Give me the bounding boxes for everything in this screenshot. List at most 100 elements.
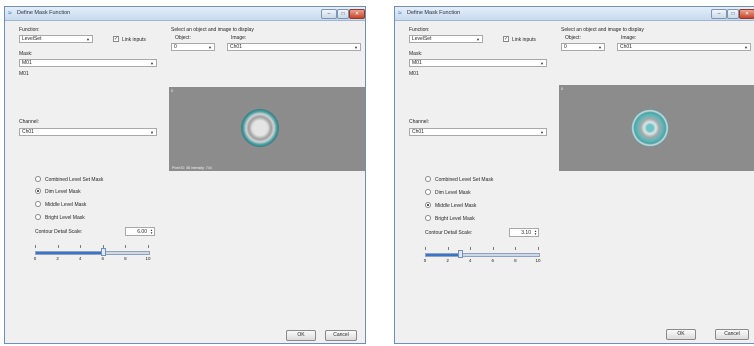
slider-tick-label: 6 <box>491 258 495 263</box>
function-label: Function: <box>19 27 40 33</box>
mask-label: Mask: <box>19 51 33 57</box>
ok-button[interactable]: OK <box>286 330 316 341</box>
slider-tick <box>35 245 36 248</box>
slider-tick-label: 0 <box>423 258 427 263</box>
slider-tick-label: 2 <box>446 258 449 263</box>
contour-label: Contour Detail Scale: <box>35 229 83 235</box>
maximize-button[interactable]: □ <box>727 9 739 19</box>
option-label: Middle Level Mask <box>45 202 87 208</box>
option-label: Middle Level Mask <box>435 203 477 209</box>
radio-middle-level-mask[interactable] <box>35 201 41 207</box>
function-value: LevelSet <box>22 36 42 42</box>
slider-track[interactable] <box>425 253 540 257</box>
channel-dropdown[interactable]: Ch01 ▼ <box>409 128 547 136</box>
mask-dropdown[interactable]: M01 ▼ <box>409 59 547 67</box>
viewer-object-tag: 0 <box>171 88 174 93</box>
cancel-button[interactable]: Cancel <box>325 330 357 341</box>
slider-tick-label: 2 <box>56 256 59 261</box>
chevron-down-icon: ▼ <box>598 45 602 50</box>
radio-combined-level-set-mask[interactable] <box>425 176 431 182</box>
spinner-arrows-icon: ▲ ▼ <box>534 229 537 236</box>
image-label: Image: <box>231 35 247 41</box>
slider-tick-label: 10 <box>535 258 541 263</box>
slider-fill <box>426 254 462 256</box>
radio-bright-level-mask[interactable] <box>425 215 431 221</box>
slider-tick <box>515 247 517 250</box>
link-inputs-label: Link inputs <box>512 37 536 43</box>
link-inputs-label: Link inputs <box>122 37 146 43</box>
chevron-down-icon: ▼ <box>540 61 544 66</box>
mask-value: M01 <box>412 60 422 66</box>
radio-combined-level-set-mask[interactable] <box>35 176 41 182</box>
mask-dropdown[interactable]: M01 ▼ <box>19 59 157 67</box>
select-prompt: Select an object and image to display <box>171 27 254 33</box>
contour-slider[interactable]: 0 2 4 6 8 10 <box>34 241 151 261</box>
object-dropdown[interactable]: 0 ▼ <box>171 43 215 51</box>
chevron-down-icon: ▼ <box>86 37 90 42</box>
radio-middle-level-mask[interactable] <box>425 202 431 208</box>
channel-label: Channel: <box>19 119 40 125</box>
image-viewer[interactable]: 0 Pixel ID: 38 Intensity: 744 <box>169 87 365 171</box>
slider-tick-label: 0 <box>33 256 37 261</box>
object-dropdown[interactable]: 0 ▼ <box>561 43 605 51</box>
object-label: Object: <box>565 35 581 41</box>
channel-dropdown[interactable]: Ch01 ▼ <box>19 128 157 136</box>
minimize-button[interactable]: – <box>711 9 727 19</box>
title-bar: ≈ Define Mask Function – □ ✕ <box>5 7 365 21</box>
contour-scale-spinner[interactable]: 3.10 ▲ ▼ <box>509 228 539 237</box>
object-value: 0 <box>564 44 567 50</box>
ok-button[interactable]: OK <box>666 329 696 340</box>
slider-tick <box>57 245 59 248</box>
chevron-down-icon: ▼ <box>354 45 358 50</box>
slider-tick <box>470 247 472 250</box>
slider-thumb[interactable] <box>458 250 464 258</box>
slider-tick <box>148 245 149 248</box>
image-dropdown[interactable]: Ch01 ▼ <box>617 43 751 51</box>
chevron-down-icon: ▼ <box>744 45 748 50</box>
object-value: 0 <box>174 44 177 50</box>
image-dropdown[interactable]: Ch01 ▼ <box>227 43 361 51</box>
close-button[interactable]: ✕ <box>739 9 754 19</box>
chevron-down-icon: ▼ <box>540 130 544 135</box>
window-title: Define Mask Function <box>407 10 461 16</box>
close-button[interactable]: ✕ <box>349 9 365 19</box>
spinner-arrows-icon: ▲ ▼ <box>150 228 153 235</box>
slider-tick <box>102 245 104 248</box>
contour-scale-spinner[interactable]: 6.00 ▲ ▼ <box>125 227 155 236</box>
function-dropdown[interactable]: LevelSet ▼ <box>409 35 483 43</box>
option-label: Combined Level Set Mask <box>45 177 104 183</box>
channel-value: Ch01 <box>22 129 34 135</box>
mask-value: M01 <box>22 60 32 66</box>
slider-tick <box>538 247 539 250</box>
slider-tick-label: 10 <box>145 256 151 261</box>
chevron-down-icon: ▼ <box>150 61 154 66</box>
slider-track[interactable] <box>35 251 150 255</box>
channel-label: Channel: <box>409 119 430 125</box>
option-label: Dim Level Mask <box>435 190 471 196</box>
maximize-button[interactable]: □ <box>337 9 349 19</box>
radio-dim-level-mask[interactable] <box>35 188 41 194</box>
function-value: LevelSet <box>412 36 432 42</box>
image-value: Ch01 <box>230 44 242 50</box>
link-inputs-checkbox[interactable]: ✓ <box>113 36 119 42</box>
slider-tick <box>80 245 82 248</box>
cancel-button[interactable]: Cancel <box>715 329 749 340</box>
minimize-button[interactable]: – <box>321 9 337 19</box>
slider-thumb[interactable] <box>100 248 106 256</box>
channel-value: Ch01 <box>412 129 424 135</box>
chevron-down-icon: ▼ <box>476 37 480 42</box>
mask-info: M01 <box>409 71 419 77</box>
function-dropdown[interactable]: LevelSet ▼ <box>19 35 93 43</box>
slider-tick <box>425 247 426 250</box>
radio-dim-level-mask[interactable] <box>425 189 431 195</box>
object-label: Object: <box>175 35 191 41</box>
radio-bright-level-mask[interactable] <box>35 214 41 220</box>
slider-tick <box>492 247 494 250</box>
app-icon: ≈ <box>8 10 12 17</box>
contour-value: 6.00 <box>137 229 147 235</box>
link-inputs-checkbox[interactable]: ✓ <box>503 36 509 42</box>
image-viewer[interactable]: 0 <box>559 85 754 171</box>
option-label: Bright Level Mask <box>45 215 85 221</box>
mask-label: Mask: <box>409 51 423 57</box>
contour-slider[interactable]: 0 2 4 6 8 10 <box>424 243 541 263</box>
